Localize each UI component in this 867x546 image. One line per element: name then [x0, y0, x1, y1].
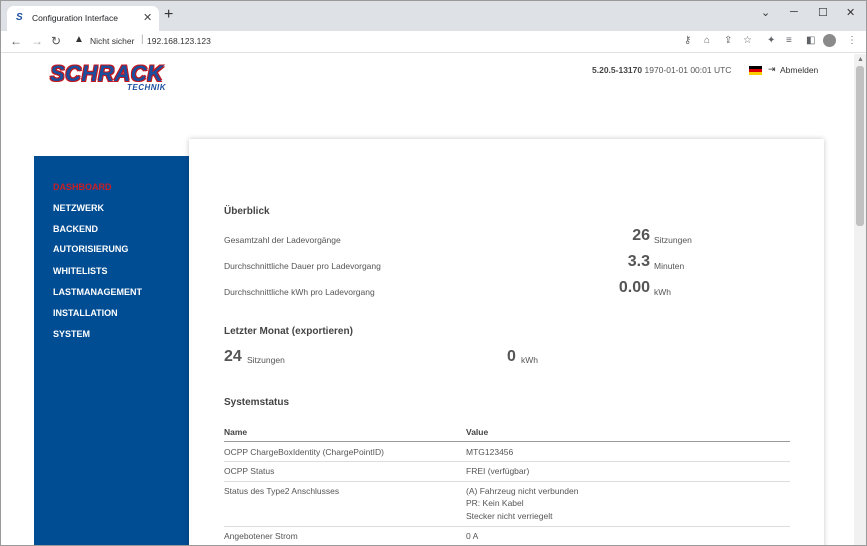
sidebar-nav: DASHBOARD NETZWERK BACKEND AUTORISIERUNG…	[34, 156, 189, 545]
schrack-logo[interactable]: SCHRACK TECHNIK	[50, 61, 190, 95]
logout-link[interactable]: Abmelden	[780, 65, 818, 75]
overview-heading: Überblick	[224, 206, 270, 217]
table-header-divider	[224, 441, 790, 442]
avg-duration-value: 3.3	[627, 253, 650, 270]
security-status[interactable]: Nicht sicher	[90, 36, 134, 46]
column-header-value: Value	[466, 427, 489, 437]
system-status-heading: Systemstatus	[224, 397, 290, 408]
maximize-icon[interactable]: ☐	[818, 6, 828, 19]
address-bar[interactable]: ▲ Nicht sicher | 192.168.123.123	[67, 33, 802, 50]
total-sessions-unit: Sitzungen	[654, 235, 692, 245]
back-arrow-icon[interactable]: ←	[10, 34, 22, 48]
scroll-thumb[interactable]	[856, 66, 864, 226]
row-divider	[224, 526, 790, 527]
sidebar-item-dashboard[interactable]: DASHBOARD	[53, 182, 112, 192]
browser-toolbar: ← → ↻ ▲ Nicht sicher | 192.168.123.123 ⚷…	[1, 31, 866, 53]
extensions-puzzle-icon[interactable]: ✦	[767, 35, 775, 46]
sidebar-item-installation[interactable]: INSTALLATION	[53, 308, 118, 318]
last-month-sessions-unit: Sitzungen	[247, 355, 285, 365]
sidebar-item-system[interactable]: SYSTEM	[53, 329, 90, 339]
version-info: 5.20.5-13170 1970-01-01 00:01 UTC	[592, 65, 731, 75]
key-icon[interactable]: ⚷	[684, 35, 691, 46]
table-row-name: Status des Type2 Anschlusses	[224, 486, 340, 496]
menu-kebab-icon[interactable]: ⋮	[847, 35, 857, 46]
minimize-icon[interactable]: ─	[790, 6, 798, 18]
total-sessions-value: 26	[632, 227, 650, 244]
reading-list-icon[interactable]: ≡	[786, 35, 792, 46]
avg-duration-unit: Minuten	[654, 261, 685, 271]
sidebar-item-whitelists[interactable]: WHITELISTS	[53, 266, 108, 276]
page-content: SCHRACK TECHNIK 5.20.5-13170 1970-01-01 …	[2, 54, 854, 545]
browser-tab[interactable]: S Configuration Interface ✕	[7, 6, 159, 31]
last-month-kwh-value: 0	[507, 348, 516, 365]
total-sessions-label: Gesamtzahl der Ladevorgänge	[224, 235, 341, 245]
url-text[interactable]: 192.168.123.123	[147, 36, 211, 46]
firmware-version: 5.20.5-13170	[592, 65, 643, 75]
dashboard-card: Überblick Gesamtzahl der Ladevorgänge 26…	[189, 139, 824, 545]
schrack-favicon-icon: S	[16, 12, 23, 23]
tab-close-icon[interactable]: ✕	[143, 11, 152, 24]
last-month-heading[interactable]: Letzter Monat (exportieren)	[224, 326, 353, 337]
sidebar-item-lastmanagement[interactable]: LASTMANAGEMENT	[53, 287, 142, 297]
avg-kwh-unit: kWh	[654, 287, 671, 297]
system-datetime: 1970-01-01 00:01 UTC	[644, 65, 732, 75]
profile-avatar-icon[interactable]	[823, 34, 836, 47]
new-tab-icon[interactable]: +	[164, 7, 173, 23]
forward-arrow-icon[interactable]: →	[31, 34, 43, 48]
avg-kwh-value: 0.00	[618, 279, 650, 296]
vertical-scrollbar[interactable]: ▲	[854, 54, 866, 545]
table-row-name: OCPP ChargeBoxIdentity (ChargePointID)	[224, 447, 385, 457]
avg-duration-label: Durchschnittliche Dauer pro Ladevorgang	[224, 261, 381, 271]
german-flag-icon[interactable]	[749, 66, 762, 75]
table-row-value: Stecker nicht verriegelt	[466, 511, 553, 521]
side-panel-icon[interactable]: ◧	[806, 35, 815, 46]
last-month-kwh-unit: kWh	[521, 355, 538, 365]
table-row-value: PR: Kein Kabel	[466, 498, 524, 508]
table-row-name: Angebotener Strom	[224, 531, 298, 541]
table-row-value: FREI (verfügbar)	[466, 466, 530, 476]
tab-title: Configuration Interface	[32, 13, 118, 23]
url-separator: |	[141, 34, 144, 45]
translate-icon[interactable]: ⌂	[704, 35, 710, 46]
sidebar-item-autorisierung[interactable]: AUTORISIERUNG	[53, 244, 128, 254]
logout-icon[interactable]: ⇥	[768, 64, 776, 75]
avg-kwh-label: Durchschnittliche kWh pro Ladevorgang	[224, 287, 375, 297]
last-month-sessions-value: 24	[224, 348, 242, 365]
bookmark-star-icon[interactable]: ☆	[743, 35, 752, 46]
table-row-value: (A) Fahrzeug nicht verbunden	[466, 486, 579, 496]
window-close-icon[interactable]: ✕	[846, 6, 855, 19]
browser-window: S Configuration Interface ✕ + ⌄ ─ ☐ ✕ ← …	[0, 0, 867, 546]
sidebar-item-backend[interactable]: BACKEND	[53, 224, 98, 234]
table-row-value: MTG123456	[466, 447, 514, 457]
logo-sub-text: TECHNIK	[127, 83, 167, 92]
scroll-up-arrow-icon[interactable]: ▲	[857, 56, 864, 63]
row-divider	[224, 461, 790, 462]
tab-search-chevron-icon[interactable]: ⌄	[761, 6, 770, 19]
warning-icon[interactable]: ▲	[74, 34, 84, 45]
reload-icon[interactable]: ↻	[51, 34, 61, 48]
table-row-value: 0 A	[466, 531, 479, 541]
sidebar-item-netzwerk[interactable]: NETZWERK	[53, 203, 104, 213]
column-header-name: Name	[224, 427, 248, 437]
row-divider	[224, 481, 790, 482]
table-row-name: OCPP Status	[224, 466, 275, 476]
tab-strip: S Configuration Interface ✕ + ⌄ ─ ☐ ✕	[1, 1, 866, 31]
share-icon[interactable]: ⇪	[724, 35, 732, 46]
